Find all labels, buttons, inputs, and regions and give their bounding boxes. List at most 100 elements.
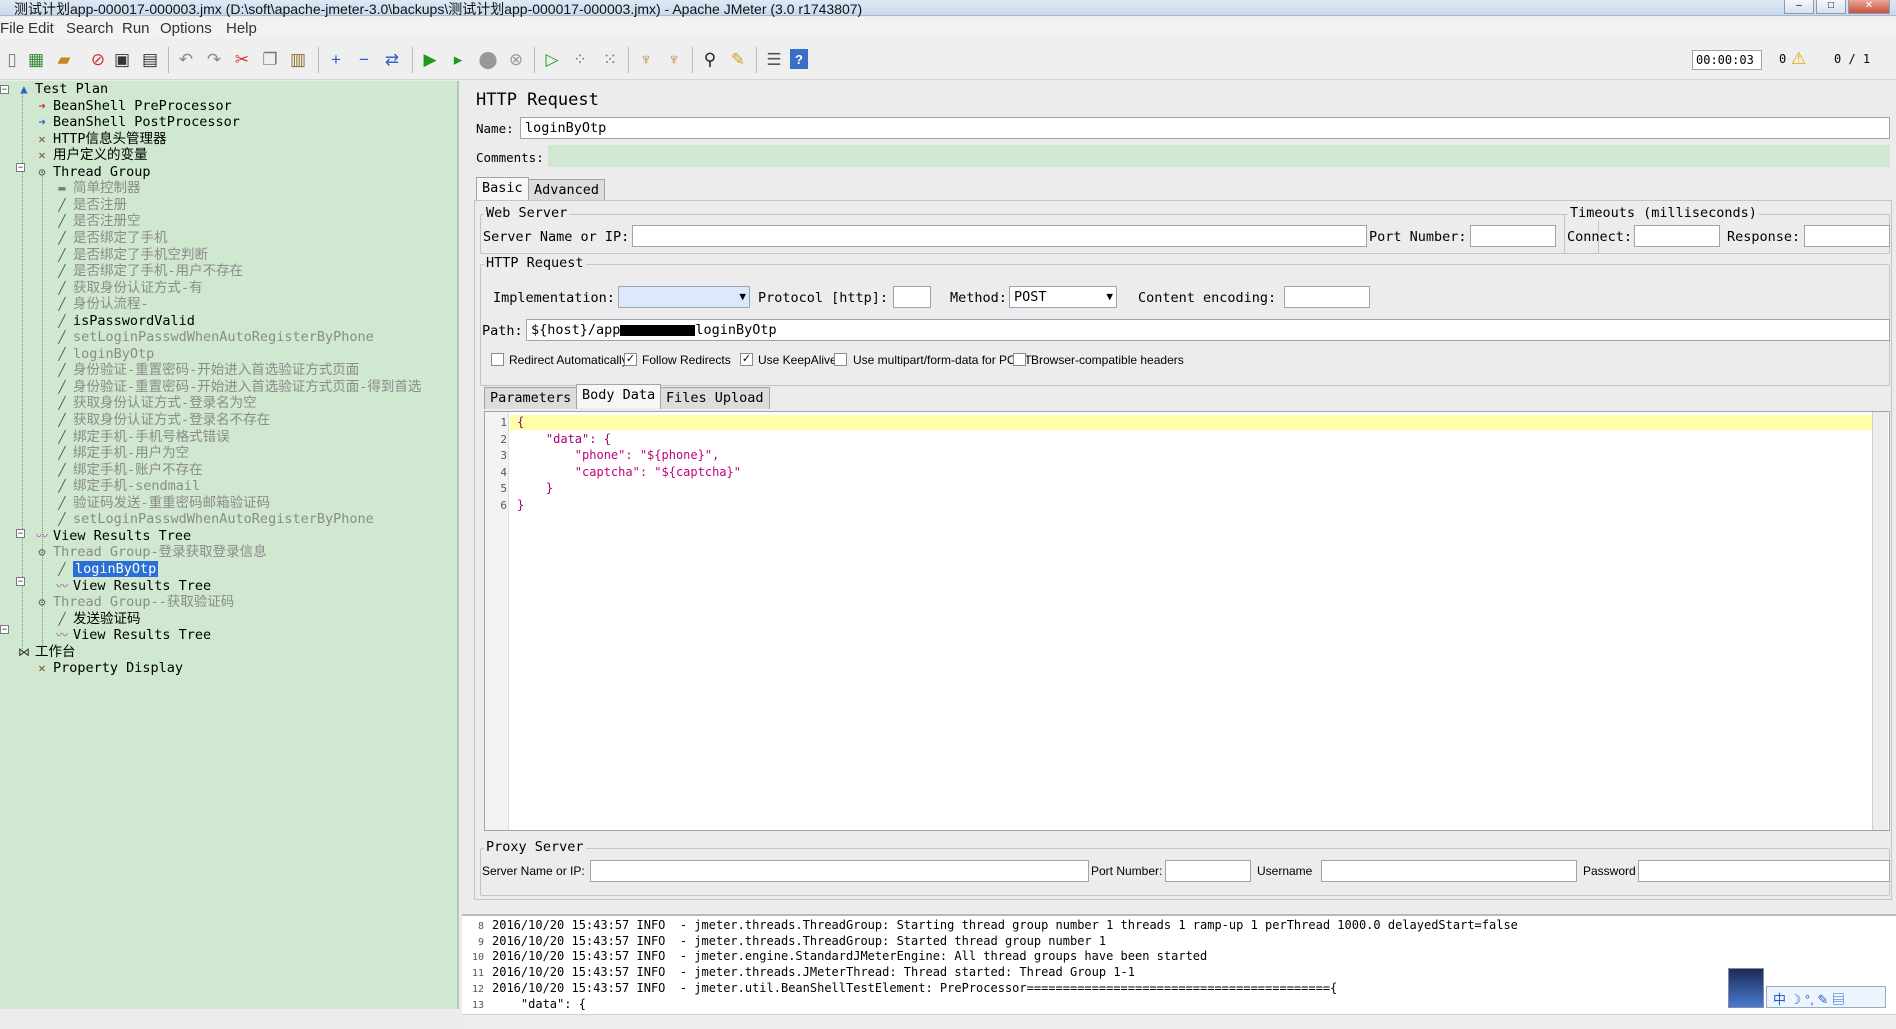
tree-node[interactable]: ╱ 绑定手机-用户为空 <box>54 445 189 461</box>
tab-files-upload[interactable]: Files Upload <box>660 387 770 409</box>
tree-node[interactable]: ╱ 验证码发送-重重密码邮箱验证码 <box>54 495 270 511</box>
tree-node[interactable]: ⚙ Thread Group <box>34 164 150 180</box>
paste-icon[interactable]: ▥ <box>286 47 310 71</box>
undo-icon[interactable]: ↶ <box>174 47 198 71</box>
close-button[interactable]: ✕ <box>1848 0 1890 14</box>
close-plan-icon[interactable]: ⊘ <box>86 47 110 71</box>
remote-shutdown-icon[interactable]: ⁙ <box>598 47 622 71</box>
content-encoding-field[interactable] <box>1284 286 1370 308</box>
tree-node[interactable]: ╱ 身份验证-重置密码-开始进入首选验证方式页面-得到首选 <box>54 379 421 395</box>
expand-icon[interactable]: + <box>324 47 348 71</box>
tab-parameters[interactable]: Parameters <box>484 387 578 409</box>
implementation-select[interactable]: ▼ <box>618 286 750 308</box>
tree-node[interactable]: ✕ Property Display <box>34 660 183 676</box>
tree-node[interactable]: ╱ 绑定手机-sendmail <box>54 478 200 494</box>
browser-compatible-checkbox[interactable] <box>1013 353 1026 366</box>
cut-icon[interactable]: ✂ <box>230 47 254 71</box>
clear-all-icon[interactable]: ♆ <box>662 47 686 71</box>
menu-help[interactable]: Help <box>226 20 257 37</box>
tree-node[interactable]: ╱ 是否绑定了手机-用户不存在 <box>54 263 243 279</box>
reset-search-icon[interactable]: ✎ <box>726 47 750 71</box>
collapse-toggle[interactable]: − <box>16 577 25 586</box>
stop-icon[interactable]: ⬤ <box>476 47 500 71</box>
tree-node[interactable]: ╱ isPasswordValid <box>54 313 195 329</box>
proxy-server-field[interactable] <box>590 860 1089 882</box>
copy-icon[interactable]: ❐ <box>258 47 282 71</box>
log-horizontal-scrollbar[interactable] <box>462 1014 1896 1029</box>
toggle-icon[interactable]: ⇄ <box>380 47 404 71</box>
tree-node[interactable]: ⚙ Thread Group--获取验证码 <box>34 594 234 610</box>
tab-body-data[interactable]: Body Data <box>576 384 662 408</box>
tree-node[interactable]: ╱ 身份验证-重置密码-开始进入首选验证方式页面 <box>54 362 359 378</box>
templates-icon[interactable]: ▦ <box>24 47 48 71</box>
comments-field[interactable] <box>548 145 1890 167</box>
tree-node[interactable]: ╱ 是否注册 <box>54 197 127 213</box>
tree-node[interactable]: ▬ 简单控制器 <box>54 180 140 196</box>
tab-advanced[interactable]: Advanced <box>528 179 606 201</box>
menu-options[interactable]: Options <box>160 20 212 37</box>
function-helper-icon[interactable]: ☰ <box>762 47 786 71</box>
remote-stop-icon[interactable]: ⁘ <box>568 47 592 71</box>
tree-node[interactable]: 〰 View Results Tree <box>54 627 211 643</box>
start-icon[interactable]: ▶ <box>418 47 442 71</box>
use-keepalive-checkbox[interactable]: ✓ <box>740 353 753 366</box>
minimize-button[interactable]: – <box>1784 0 1814 14</box>
tree-node[interactable]: ╱ loginByOtp <box>54 346 154 362</box>
connect-timeout-field[interactable] <box>1634 225 1720 247</box>
protocol-field[interactable] <box>893 286 931 308</box>
save-icon[interactable]: ▣ <box>110 47 134 71</box>
menu-search[interactable]: Search <box>66 20 114 37</box>
editor-vertical-scrollbar[interactable] <box>1872 412 1888 830</box>
tree-node[interactable]: ╱ 发送验证码 <box>54 611 140 627</box>
body-data-editor[interactable]: 1 {2 "data": {3 "phone": "${phone}", 4 "ca… <box>484 411 1890 831</box>
method-select[interactable]: POST ▼ <box>1009 286 1117 308</box>
tree-node[interactable]: 〰 View Results Tree <box>34 528 191 544</box>
ime-toolbar[interactable]: 中 ☽ °, ✎ ▤ <box>1766 986 1886 1008</box>
tree-node[interactable]: ✕ HTTP信息头管理器 <box>34 131 166 147</box>
port-number-field[interactable] <box>1470 225 1556 247</box>
redirect-automatically-checkbox[interactable] <box>491 353 504 366</box>
menu-edit[interactable]: Edit <box>28 20 54 37</box>
tree-node[interactable]: ╱ loginByOtp <box>54 561 159 577</box>
tree-node[interactable]: ╱ 获取身份认证方式-登录名为空 <box>54 395 256 411</box>
name-field[interactable]: loginByOtp <box>520 117 1890 139</box>
follow-redirects-checkbox[interactable]: ✓ <box>624 353 637 366</box>
tab-basic[interactable]: Basic <box>476 177 529 201</box>
tree-node[interactable]: 〰 View Results Tree <box>54 578 211 594</box>
proxy-username-field[interactable] <box>1321 860 1577 882</box>
proxy-password-field[interactable] <box>1638 860 1890 882</box>
warning-icon[interactable]: ⚠ <box>1791 49 1806 69</box>
proxy-port-field[interactable] <box>1165 860 1251 882</box>
collapse-toggle[interactable]: − <box>16 163 25 172</box>
tree-node[interactable]: ╱ setLoginPasswdWhenAutoRegisterByPhone <box>54 511 373 527</box>
tree-node[interactable]: ▲ Test Plan <box>16 81 108 97</box>
new-icon[interactable]: ▯ <box>0 47 24 71</box>
save-as-icon[interactable]: ▤ <box>138 47 162 71</box>
response-timeout-field[interactable] <box>1804 225 1890 247</box>
tree-node[interactable]: ✕ 用户定义的变量 <box>34 147 147 163</box>
shutdown-icon[interactable]: ⊗ <box>504 47 528 71</box>
tree-node[interactable]: ╱ 获取身份认证方式-有 <box>54 280 202 296</box>
clear-icon[interactable]: ♆ <box>634 47 658 71</box>
maximize-button[interactable]: □ <box>1816 0 1846 14</box>
tree-node[interactable]: ⋈ 工作台 <box>16 644 76 660</box>
menu-run[interactable]: Run <box>122 20 150 37</box>
start-no-pauses-icon[interactable]: ▸ <box>446 47 470 71</box>
tree-node[interactable]: ➜ BeanShell PostProcessor <box>34 114 240 130</box>
path-field[interactable]: ${host}/app loginByOtp <box>526 319 1890 341</box>
tree-node[interactable]: ╱ 身份认流程- <box>54 296 148 312</box>
tree-node[interactable]: ╱ 是否注册空 <box>54 213 140 229</box>
tree-node[interactable]: ➜ BeanShell PreProcessor <box>34 98 231 114</box>
tree-node[interactable]: ╱ setLoginPasswdWhenAutoRegisterByPhone <box>54 329 373 345</box>
tree-node[interactable]: ╱ 绑定手机-账户不存在 <box>54 462 202 478</box>
search-icon[interactable]: ⚲ <box>698 47 722 71</box>
collapse-toggle[interactable]: − <box>16 529 25 538</box>
collapse-icon[interactable]: − <box>352 47 376 71</box>
help-icon[interactable]: ? <box>790 49 808 69</box>
tree-node[interactable]: ⚙ Thread Group-登录获取登录信息 <box>34 544 266 560</box>
collapse-toggle[interactable]: − <box>0 625 9 634</box>
tree-node[interactable]: ╱ 是否绑定了手机 <box>54 230 167 246</box>
server-name-field[interactable] <box>632 225 1367 247</box>
tree-node[interactable]: ╱ 获取身份认证方式-登录名不存在 <box>54 412 270 428</box>
collapse-toggle[interactable]: − <box>0 85 9 94</box>
